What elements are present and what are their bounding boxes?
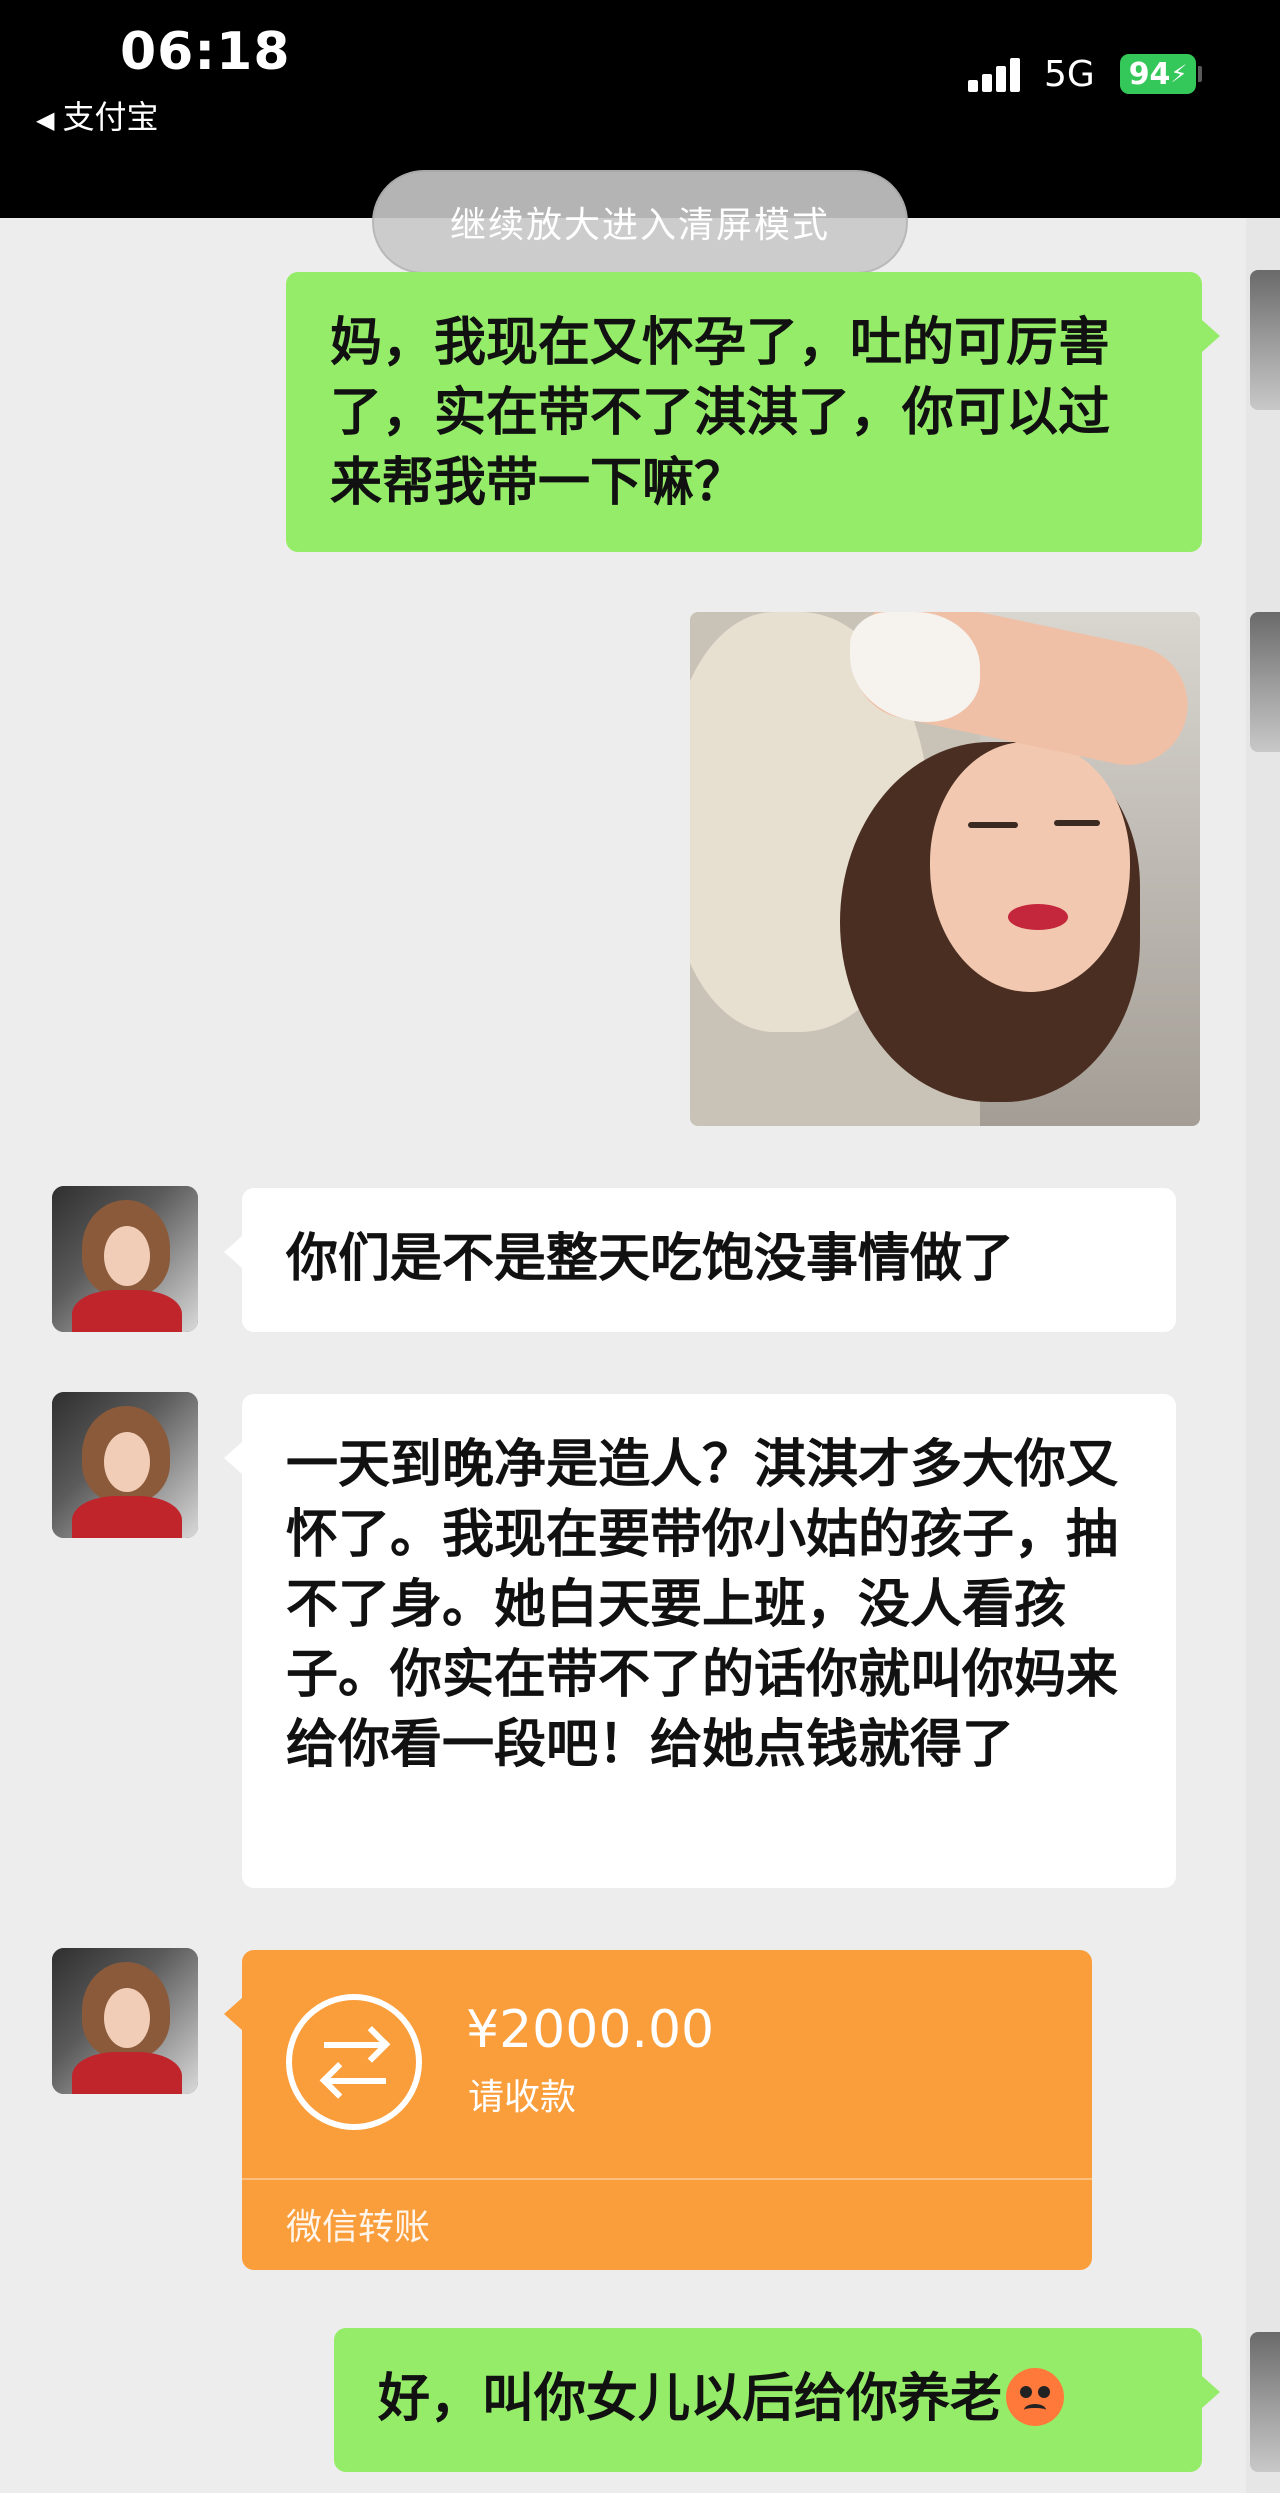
received-message-bubble[interactable]: 你们是不是整天吃饱没事情做了 [224,1188,1176,1332]
message-text: 妈，我现在又怀孕了，吐的可厉害了，实在带不了淇淇了，你可以过来帮我带一下嘛？ [330,313,1111,513]
sent-image[interactable] [690,612,1200,1126]
message-text: 一天到晚净是造人？淇淇才多大你又怀了。我现在要带你小姑的孩子，抽不了身。她白天要… [286,1435,1119,1775]
mom-avatar[interactable] [52,1186,198,1332]
right-edge-strip [1246,218,1280,2493]
mom-avatar[interactable] [52,1948,198,2094]
my-avatar-partial[interactable] [1250,2332,1280,2472]
message-text: 好，叫你女儿以后给你养老 [378,2369,1003,2429]
status-time: 06:18 [120,22,291,82]
transfer-amount: ¥2000.00 [466,2000,715,2060]
back-app-label: 支付宝 [62,98,159,136]
transfer-card[interactable]: ¥2000.00 请收款 微信转账 [224,1950,1092,2270]
transfer-icon [286,1994,422,2130]
network-type: 5G [1044,54,1095,95]
signal-strength-icon [968,58,1028,92]
battery-icon: 94 ⚡ [1120,54,1196,94]
my-avatar-partial[interactable] [1250,270,1280,410]
back-arrow-icon: ◀ [36,106,55,134]
battery-level: 94 [1128,56,1171,92]
sent-message-bubble[interactable]: 好，叫你女儿以后给你养老 [334,2328,1220,2472]
zoom-toast: 继续放大进入清屏模式 [372,170,908,274]
sent-message-bubble[interactable]: 妈，我现在又怀孕了，吐的可厉害了，实在带不了淇淇了，你可以过来帮我带一下嘛？ [286,272,1220,552]
received-message-bubble[interactable]: 一天到晚净是造人？淇淇才多大你又怀了。我现在要带你小姑的孩子，抽不了身。她白天要… [224,1394,1176,1888]
transfer-brand: 微信转账 [286,2207,431,2248]
message-text: 你们是不是整天吃饱没事情做了 [286,1229,1015,1289]
transfer-divider [242,2178,1092,2180]
battery-nub [1198,66,1202,82]
back-to-app-button[interactable]: ◀ 支付宝 [36,92,158,138]
my-avatar-partial[interactable] [1250,612,1280,752]
transfer-status: 请收款 [468,2077,577,2118]
mom-avatar[interactable] [52,1392,198,1538]
angry-face-icon [1006,2368,1065,2426]
